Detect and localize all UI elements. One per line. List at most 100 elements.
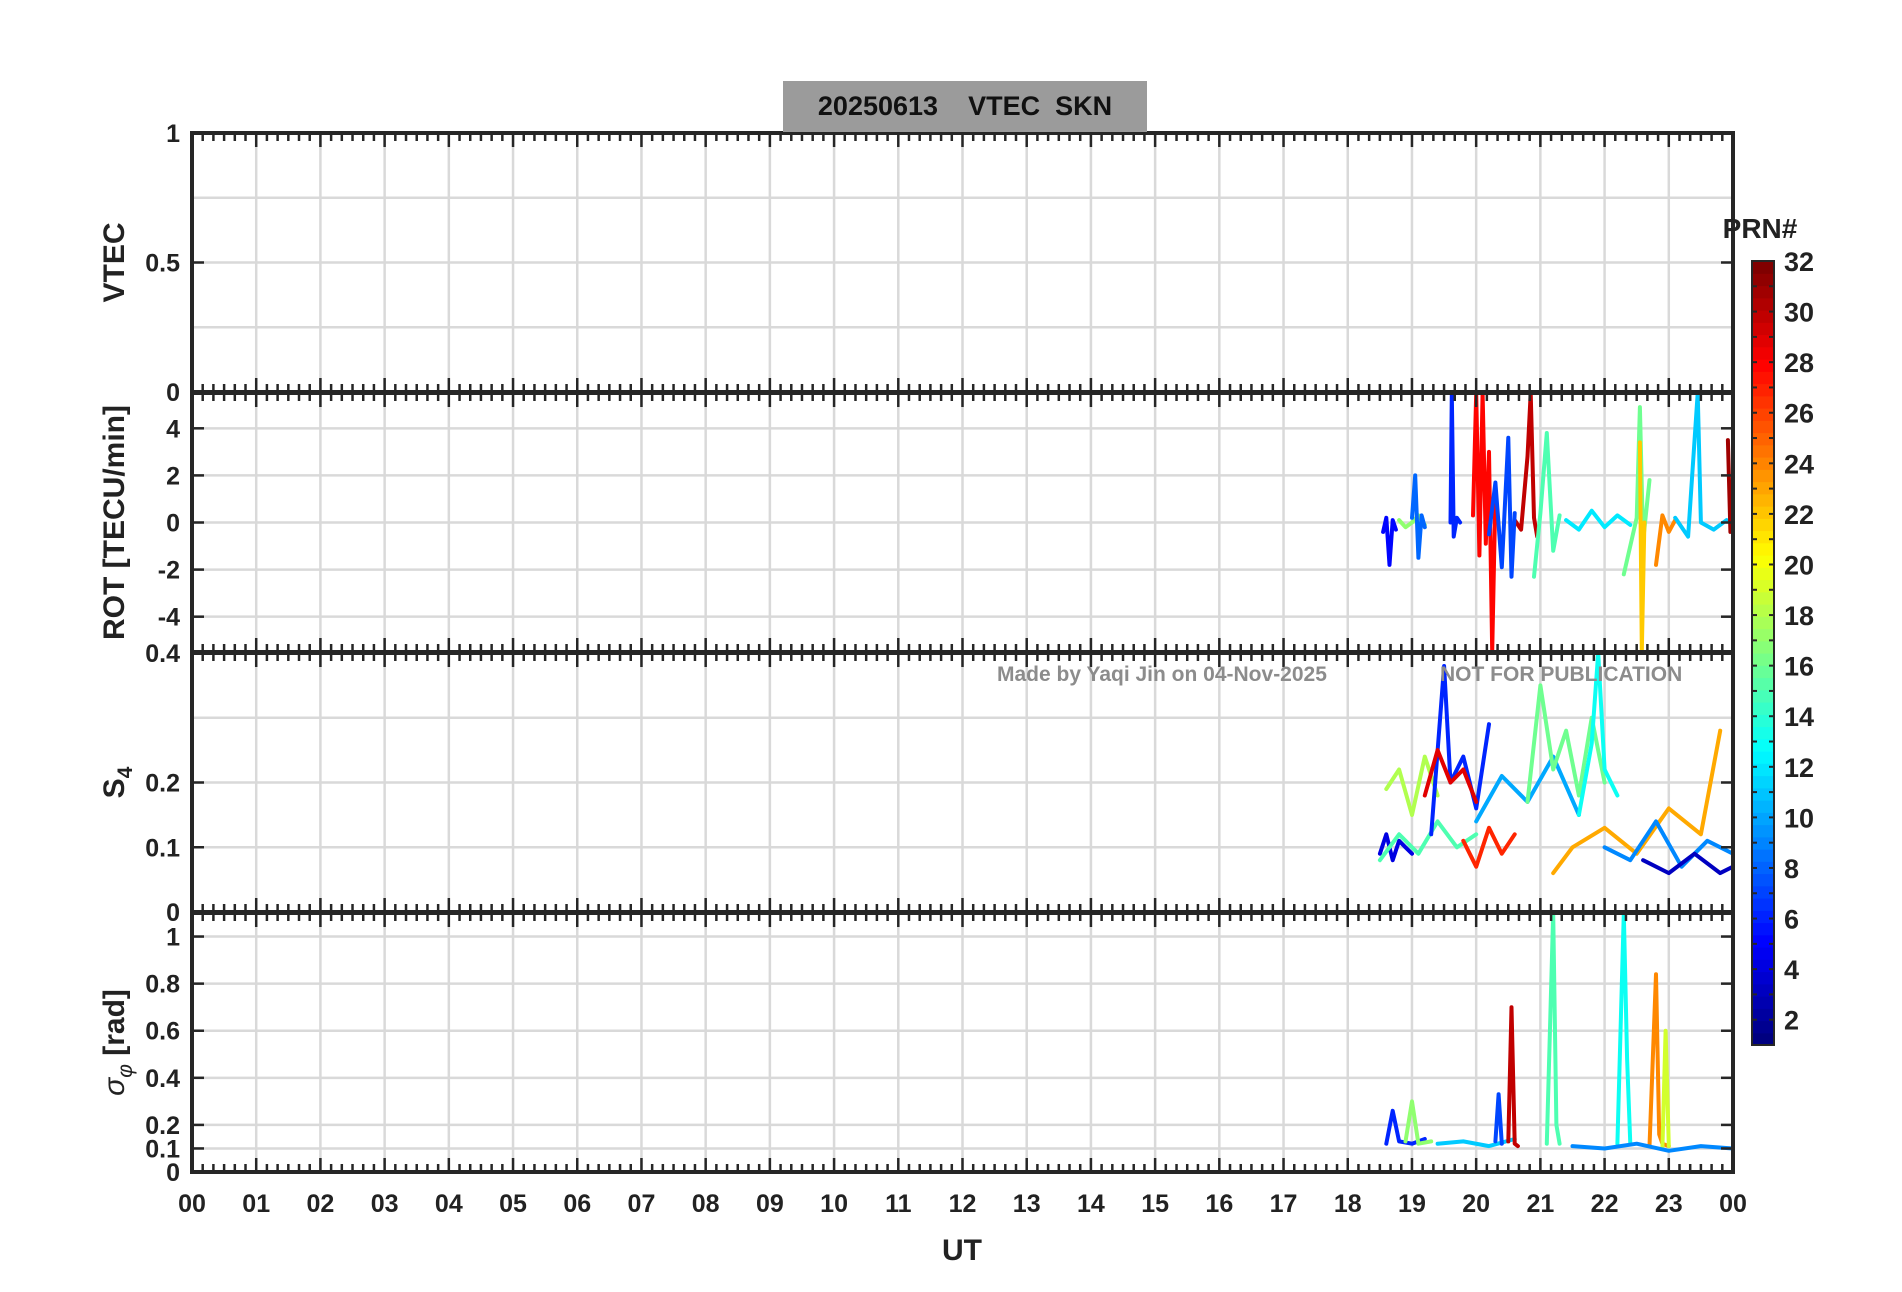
colorbar-tick-label: 6 [1784,905,1799,935]
colorbar-tick-label: 16 [1784,652,1814,682]
colorbar-segment [1752,800,1774,813]
colorbar-segment [1752,506,1774,519]
colorbar-tick-label: 22 [1784,500,1814,530]
colorbar-tick-label: 8 [1784,854,1799,884]
colorbar-segment [1752,616,1774,630]
colorbar-segment [1752,469,1774,483]
y-tick-label: 0.4 [145,1065,180,1093]
colorbar-tick-label: 4 [1784,955,1799,985]
y-axis-label-vtec: VTEC [98,222,131,302]
colorbar-segment [1752,653,1774,666]
colorbar-segment [1752,922,1774,936]
colorbar-segment [1752,420,1774,434]
colorbar-segment [1752,346,1774,360]
colorbar-segment [1752,383,1774,397]
panel-rot: 4 2 0 -2 -4 ROT [TECU/min] [98,391,1735,654]
x-tick-label: 13 [1013,1190,1041,1218]
colorbar-segment [1752,873,1774,887]
x-tick-label: 22 [1591,1190,1619,1218]
title-date: 20250613 [817,91,939,121]
colorbar-segment [1752,285,1774,299]
y-tick-label: 0.5 [145,250,180,278]
colorbar-segment [1752,677,1774,691]
x-tick-label: 17 [1270,1190,1298,1218]
y-axis-label-s4: S4 [98,766,137,798]
colorbar-tick-label: 30 [1784,298,1814,328]
y-axis-label-sigma_phi: σφ [rad] [98,989,137,1096]
panel-sigma_phi: 10.80.60.40.20.10σφ [rad] [98,911,1735,1187]
colorbar-segment [1752,971,1774,985]
colorbar-segment [1752,898,1774,911]
x-tick-label: 20 [1462,1190,1490,1218]
x-tick-label: 07 [628,1190,656,1218]
y-tick-label: 0 [166,379,180,407]
colorbar-segment [1752,640,1774,654]
watermark-notice: NOT FOR PUBLICATION [1440,663,1683,686]
y-tick-label: 0.8 [145,971,180,999]
colorbar-tick-label: 14 [1784,702,1814,732]
colorbar-tick-label: 28 [1784,348,1814,378]
x-tick-label: 06 [563,1190,591,1218]
colorbar-segment [1752,665,1774,679]
y-tick-label: 1 [166,924,180,952]
colorbar-tick-label: 18 [1784,601,1814,631]
y-tick-label: -2 [158,557,180,585]
colorbar-segment [1752,996,1774,1009]
colorbar-segment [1752,787,1774,801]
x-tick-label: 03 [371,1190,399,1218]
colorbar-segment [1752,726,1774,740]
colorbar-segment [1752,1032,1774,1046]
watermark-author: Made by Yaqi Jin on 04-Nov-2025 [997,663,1327,686]
x-tick-label: 15 [1141,1190,1169,1218]
y-tick-label: 0 [166,510,180,538]
colorbar-segment [1752,261,1774,274]
x-tick-label: 21 [1526,1190,1554,1218]
x-tick-label: 08 [692,1190,720,1218]
title-text: VTEC SKN [968,91,1113,121]
colorbar-segment [1752,493,1774,507]
colorbar-segment [1752,910,1774,924]
colorbar-segment [1752,518,1774,532]
x-tick-label: 10 [820,1190,848,1218]
colorbar-segment [1752,359,1774,372]
x-tick-label: 05 [499,1190,527,1218]
x-tick-label: 12 [949,1190,977,1218]
colorbar-segment [1752,567,1774,581]
x-tick-label: 16 [1205,1190,1233,1218]
x-tick-label: 00 [178,1190,206,1218]
colorbar-tick-label: 20 [1784,550,1814,580]
colorbar-tick-label: 12 [1784,753,1814,783]
colorbar-segment [1752,947,1774,960]
colorbar-segment [1752,959,1774,973]
colorbar-segment [1752,297,1774,311]
panel-vtec: 1 0.5 0 VTEC [98,120,1735,407]
x-tick-label: 04 [435,1190,463,1218]
x-tick-label: 00 [1719,1190,1747,1218]
x-tick-label: 19 [1398,1190,1426,1218]
colorbar-segment [1752,763,1774,777]
colorbar-segment [1752,849,1774,862]
y-axis-label-rot: ROT [TECU/min] [98,405,131,640]
colorbar-tick-label: 26 [1784,399,1814,429]
colorbar-segment [1752,751,1774,764]
y-tick-label: -4 [158,604,180,632]
colorbar-segment [1752,885,1774,899]
colorbar-segment [1752,322,1774,336]
colorbar-segment [1752,934,1774,948]
y-tick-label: 1 [166,120,180,148]
y-tick-label: 0.6 [145,1018,180,1046]
colorbar-segment [1752,395,1774,409]
colorbar-segment [1752,555,1774,568]
colorbar-segment [1752,1020,1774,1034]
colorbar-segment [1752,591,1774,605]
x-tick-label: 18 [1334,1190,1362,1218]
colorbar-tick-label: 10 [1784,803,1814,833]
colorbar-tick-label: 32 [1784,247,1814,277]
colorbar-segment [1752,775,1774,789]
chart-title: 20250613 VTEC SKN [783,81,1147,132]
colorbar-segment [1752,542,1774,556]
x-tick-label: 14 [1077,1190,1105,1218]
figure-canvas: 10.50VTEC420-2-4ROT [TECU/min]0.40.20.10… [98,120,1814,1267]
y-tick-label: 0 [166,1159,180,1187]
y-tick-label: 0.4 [145,640,180,668]
